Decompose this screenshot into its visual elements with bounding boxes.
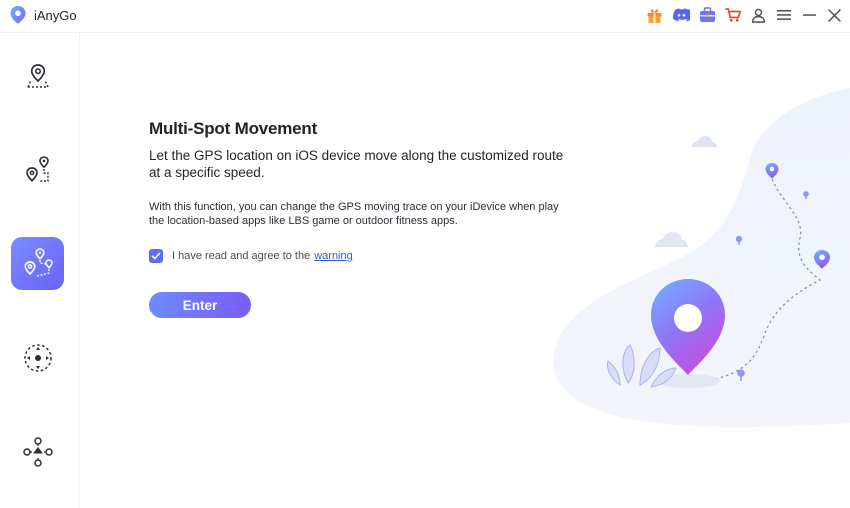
app-name: iAnyGo: [34, 8, 77, 23]
app-logo-icon: [10, 6, 26, 24]
enter-button[interactable]: Enter: [149, 292, 251, 318]
sidebar: [0, 33, 80, 508]
main-content: Multi-Spot Movement Let the GPS location…: [81, 33, 850, 508]
app-window: iAnyGo Multi-Spot Movement Let the GPS l…: [0, 0, 850, 508]
close-icon[interactable]: [825, 6, 843, 24]
agree-text: I have read and agree to the: [172, 250, 311, 262]
title-bar: iAnyGo: [0, 0, 850, 33]
agree-checkbox[interactable]: [149, 249, 163, 263]
route-illustration: [553, 88, 850, 428]
warning-link[interactable]: warning: [314, 250, 353, 262]
sidebar-item-multi-spot-movement[interactable]: [11, 237, 64, 290]
checkmark-icon: [151, 252, 161, 260]
cart-icon[interactable]: [724, 6, 742, 24]
map-pin-icon: [26, 63, 49, 88]
multi-spot-route-icon: [23, 247, 53, 277]
sidebar-item-joystick-movement[interactable]: [11, 331, 64, 384]
minimize-icon[interactable]: [800, 6, 818, 24]
sidebar-item-more-modes[interactable]: [11, 425, 64, 478]
menu-icon[interactable]: [775, 6, 793, 24]
joystick-pad-icon: [22, 436, 53, 467]
sidebar-item-single-spot-movement[interactable]: [11, 143, 64, 196]
discord-icon[interactable]: [672, 6, 690, 24]
feature-subtitle: Let the GPS location on iOS device move …: [149, 148, 564, 180]
toolbox-icon[interactable]: [698, 6, 716, 24]
user-icon[interactable]: [749, 6, 767, 24]
cloud-icon: [692, 136, 717, 147]
two-spot-route-icon: [25, 155, 49, 182]
joystick-icon: [23, 343, 52, 372]
sidebar-item-change-location[interactable]: [11, 49, 64, 102]
page-title: Multi-Spot Movement: [149, 119, 318, 138]
gift-icon[interactable]: [645, 6, 663, 24]
cloud-icon: [655, 232, 688, 247]
feature-description: With this function, you can change the G…: [149, 201, 559, 227]
agree-row: I have read and agree to the warning: [149, 249, 353, 263]
